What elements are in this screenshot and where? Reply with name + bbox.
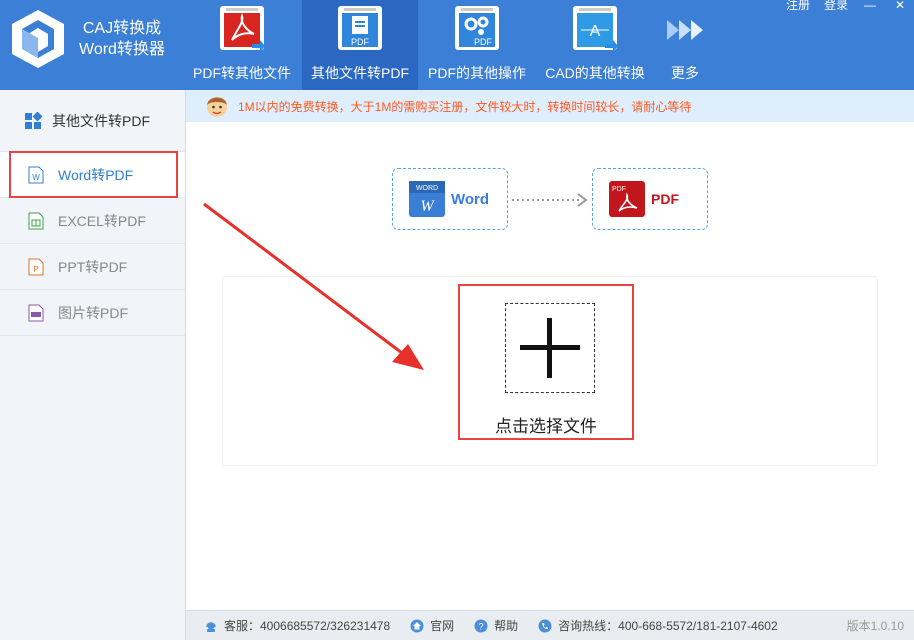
help-icon: ? <box>474 619 488 632</box>
excel-file-icon <box>28 212 44 229</box>
svg-text:PDF: PDF <box>474 37 493 47</box>
headset-icon <box>206 621 216 632</box>
pdf-settings-icon: PDF <box>455 6 499 50</box>
cad-icon: A <box>573 6 618 52</box>
svg-text:W: W <box>420 198 435 215</box>
footer-hotline: 咨询热线：400-668-5572/181-2107-4602 <box>538 617 778 634</box>
nav-pdf-other-ops[interactable]: PDF PDF的其他操作 <box>424 0 530 90</box>
choose-file-label[interactable]: 点击选择文件 <box>458 412 634 437</box>
svg-text:A: A <box>590 23 601 40</box>
register-link[interactable]: 注册 <box>786 0 810 10</box>
cartoon-face-icon <box>207 97 227 117</box>
word-doc-icon: WORD W <box>409 181 445 217</box>
nav-pdf-to-other[interactable]: PDF转其他文件 <box>188 0 296 90</box>
nav-cad-other[interactable]: A CAD的其他转换 <box>540 0 650 90</box>
flow-source-word: WORD W Word <box>392 168 508 230</box>
svg-text:W: W <box>32 173 40 182</box>
flow-target-label: PDF <box>651 191 679 207</box>
phone-icon <box>538 619 552 632</box>
sidebar-item-word-to-pdf[interactable]: W Word转PDF <box>0 152 185 198</box>
footer-service: 客服：4006685572/326231478 <box>204 617 390 634</box>
footer-help-link[interactable]: ? 帮助 <box>474 617 518 634</box>
more-arrows-icon <box>667 20 703 40</box>
close-button[interactable]: ✕ <box>892 0 908 10</box>
top-header: CAJ转换成 Word转换器 注册 登录 — ✕ PDF转其他文件 PDF 其他… <box>0 0 914 90</box>
word-file-icon: W <box>28 166 44 183</box>
minimize-button[interactable]: — <box>862 0 878 10</box>
flow-source-label: Word <box>451 190 490 208</box>
footer-website-link[interactable]: 官网 <box>410 617 454 634</box>
flow-arrow-icon <box>512 193 588 207</box>
svg-text:PDF: PDF <box>351 37 370 47</box>
sidebar: 其他文件转PDF W Word转PDF EXCEL转PDF P PPT转PDF … <box>0 90 186 640</box>
pdf-icon <box>220 6 265 52</box>
svg-text:WORD: WORD <box>416 185 438 192</box>
sidebar-item-ppt-to-pdf[interactable]: P PPT转PDF <box>0 244 185 290</box>
plus-icon <box>520 318 580 378</box>
notice-text: 1M以内的免费转换，大于1M的需购买注册，文件较大时，转换时间较长，请耐心等待 <box>238 99 692 114</box>
pdf-doc-icon: PDF <box>609 181 645 217</box>
add-file-button[interactable] <box>505 303 595 393</box>
app-logo-icon <box>12 10 64 68</box>
flow-target-pdf: PDF PDF <box>592 168 708 230</box>
sidebar-header: 其他文件转PDF <box>0 90 185 152</box>
grid-icon <box>25 111 42 129</box>
jpg-file-icon <box>28 304 44 321</box>
svg-text:PDF: PDF <box>612 186 626 193</box>
nav-more[interactable]: 更多 <box>658 0 712 90</box>
home-icon <box>410 619 424 632</box>
status-footer: 客服：4006685572/326231478 官网 ? 帮助 咨询热线：400… <box>186 610 914 640</box>
notice-bar: 1M以内的免费转换，大于1M的需购买注册，文件较大时，转换时间较长，请耐心等待 <box>186 90 914 122</box>
ppt-file-icon: P <box>28 258 44 275</box>
version-label: 版本1.0.10 <box>846 619 904 633</box>
svg-text:P: P <box>33 265 38 274</box>
app-title: CAJ转换成 Word转换器 <box>79 20 165 58</box>
sidebar-item-image-to-pdf[interactable]: 图片转PDF <box>0 290 185 336</box>
doc-to-pdf-icon: PDF <box>338 6 382 50</box>
svg-text:?: ? <box>479 621 484 631</box>
window-controls: 注册 登录 — ✕ <box>772 0 914 12</box>
nav-other-to-pdf[interactable]: PDF 其他文件转PDF <box>302 0 418 90</box>
sidebar-item-excel-to-pdf[interactable]: EXCEL转PDF <box>0 198 185 244</box>
login-link[interactable]: 登录 <box>824 0 848 10</box>
